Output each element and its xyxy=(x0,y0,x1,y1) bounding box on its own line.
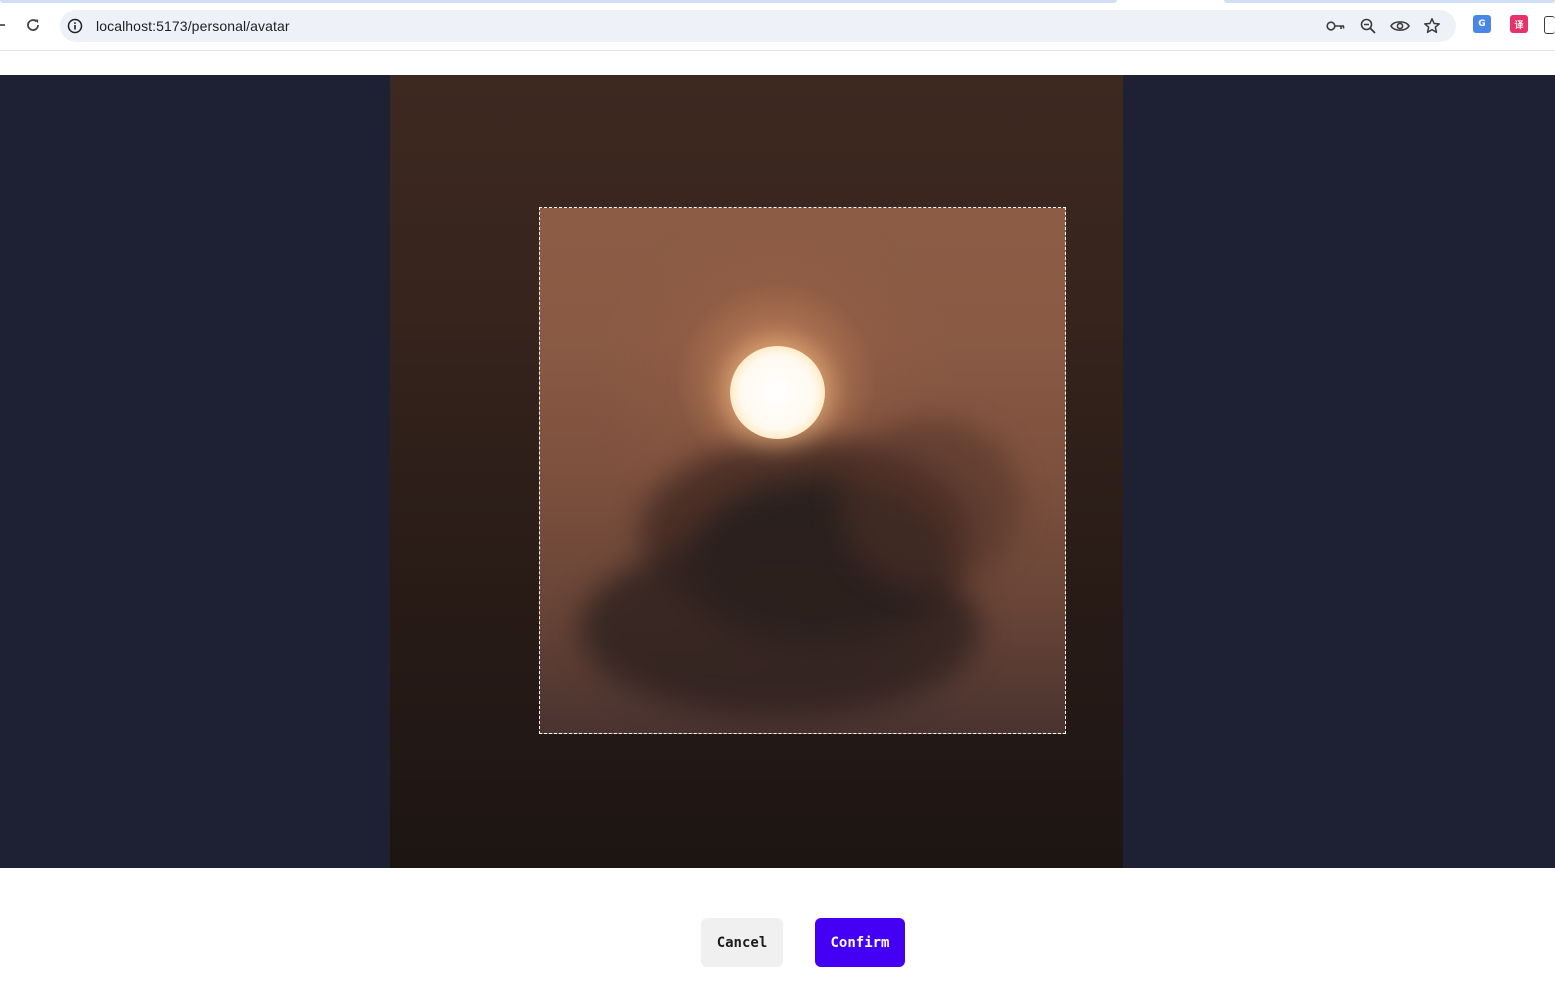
confirm-button[interactable]: Confirm xyxy=(815,918,905,967)
tab-strip-edge xyxy=(1224,0,1555,3)
translate-extension-glyph: 译 xyxy=(1514,20,1524,31)
reload-icon[interactable] xyxy=(22,14,44,36)
eye-icon[interactable] xyxy=(1390,16,1410,36)
address-bar[interactable]: localhost:5173/personal/avatar xyxy=(60,10,1456,42)
star-icon[interactable] xyxy=(1422,16,1442,36)
google-translate-icon[interactable]: G xyxy=(1473,15,1491,33)
tab-strip-edge xyxy=(0,0,1117,3)
info-icon[interactable] xyxy=(66,17,84,35)
browser-toolbar: localhost:5173/personal/avatar G 译 xyxy=(0,0,1555,51)
translate-extension-icon[interactable]: 译 xyxy=(1510,15,1528,33)
extensions-puzzle-icon[interactable] xyxy=(1544,16,1555,34)
crop-selection[interactable] xyxy=(539,207,1066,734)
google-translate-glyph: G xyxy=(1478,19,1486,29)
key-icon[interactable] xyxy=(1326,16,1346,36)
sun-shape xyxy=(730,346,825,439)
cancel-button[interactable]: Cancel xyxy=(701,918,783,967)
cloud-shape xyxy=(840,418,1020,588)
url-text[interactable]: localhost:5173/personal/avatar xyxy=(96,10,290,42)
back-arrow-icon[interactable] xyxy=(0,18,6,32)
zoom-out-icon[interactable] xyxy=(1358,16,1378,36)
cropper-stage xyxy=(0,75,1555,868)
cropper-actions: Cancel Confirm xyxy=(0,868,1555,1008)
